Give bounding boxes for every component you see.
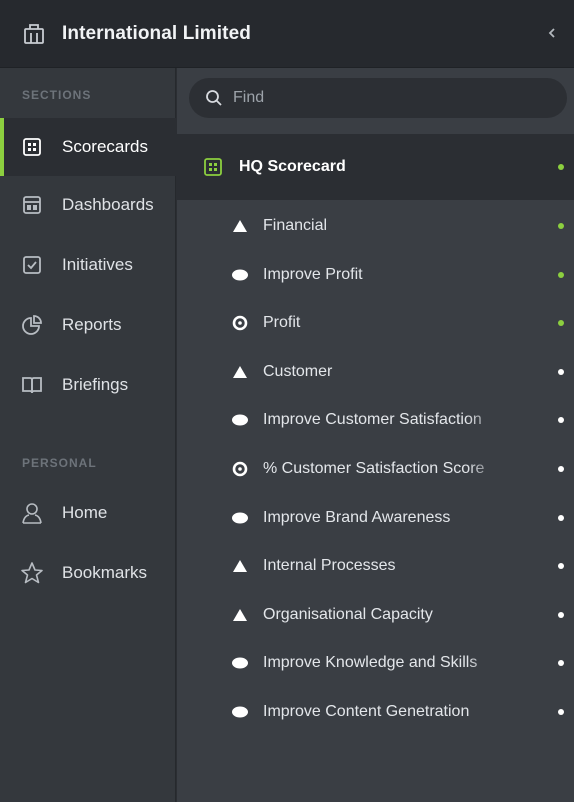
sidebar-item-reports[interactable]: Reports [0,296,176,354]
sidebar-item-label: Reports [62,315,122,334]
target-icon [231,460,249,478]
status-indicator [558,563,564,570]
personal-heading: PERSONAL [22,456,97,470]
tree-item-label: Internal Processes [263,557,396,575]
sidebar-item-label: Initiatives [62,255,133,274]
status-indicator [558,320,564,327]
sidebar-item-label: Home [62,503,108,522]
dashboard-icon [20,193,44,217]
triangle-icon [231,606,249,624]
tree-item[interactable]: Improve Content Genetration [177,688,574,736]
triangle-icon [231,217,249,235]
status-indicator [558,164,564,170]
scorecard-panel: HQ Scorecard Financial Improve Profit Prof… [177,68,574,802]
search-icon [205,88,225,108]
tree-item[interactable]: Improve Knowledge and Skills [177,639,574,687]
status-indicator [558,514,564,521]
status-indicator [558,611,564,618]
scorecard-row-hq[interactable]: HQ Scorecard [177,134,574,200]
tree-item-label: Financial [263,217,328,234]
ellipse-icon [231,703,249,721]
sidebar-item-label: Briefings [62,375,129,394]
tree-item[interactable]: Profit [177,299,574,347]
ellipse-icon [231,654,249,672]
sidebar: SECTIONS Scorecards Dashboards Initiativ… [0,68,176,802]
tree-item-label: Customer [263,362,333,380]
status-indicator [558,417,564,424]
scorecard-title: HQ Scorecard [239,158,346,175]
status-indicator [558,660,564,667]
sidebar-item-scorecards[interactable]: Scorecards [0,118,176,176]
target-icon [231,314,249,332]
app-header: International Limited [0,0,574,68]
tree-item[interactable]: Organisational Capacity [177,591,574,639]
pie-chart-icon [20,313,44,337]
tree-item-label: Improve Knowledge and Skills [263,654,478,672]
sections-heading: SECTIONS [22,88,92,102]
sidebar-item-dashboards[interactable]: Dashboards [0,176,176,234]
sidebar-item-briefings[interactable]: Briefings [0,356,176,414]
status-indicator [558,466,564,472]
tree-item-label: Improve Content Genetration [263,703,470,720]
triangle-icon [231,363,249,381]
tree-item[interactable]: Improve Profit [177,251,574,299]
tree-item[interactable]: Internal Processes [177,542,574,590]
tree-item[interactable]: Customer [177,348,574,396]
tree-item-label: Organisational Capacity [263,605,433,623]
ellipse-icon [231,411,249,429]
sidebar-item-label: Dashboards [62,195,154,214]
status-indicator [558,271,564,278]
sidebar-item-home[interactable]: Home [0,484,176,542]
tree-item-label: % Customer Satisfaction Score [263,460,485,477]
status-indicator [558,709,564,715]
user-icon [20,501,44,525]
scorecard-icon [20,135,44,159]
tree-item-label: Improve Customer Satisfaction [263,411,482,429]
tree-item-label: Improve Brand Awareness [263,508,451,526]
sidebar-item-label: Bookmarks [62,563,148,582]
organization-icon [22,22,46,46]
status-indicator [558,223,564,229]
sidebar-item-bookmarks[interactable]: Bookmarks [0,544,176,602]
chevron-left-icon[interactable] [544,26,560,42]
scorecard-icon [203,156,225,178]
star-icon [20,561,44,585]
book-icon [20,373,44,397]
tree-item[interactable]: % Customer Satisfaction Score [177,445,574,493]
search-input[interactable] [233,83,553,113]
tree-item[interactable]: Financial [177,202,574,250]
tree-item-label: Profit [263,314,301,332]
triangle-icon [231,557,249,575]
organization-title: International Limited [62,22,251,44]
tree-item[interactable]: Improve Customer Satisfaction [177,396,574,444]
ellipse-icon [231,509,249,527]
sidebar-item-label: Scorecards [62,137,148,156]
status-indicator [558,368,564,375]
sidebar-item-initiatives[interactable]: Initiatives [0,236,176,294]
ellipse-icon [231,266,249,284]
tree-item[interactable]: Improve Brand Awareness [177,494,574,542]
search-box[interactable] [189,78,567,118]
checkbox-icon [20,253,44,277]
tree-item-label: Improve Profit [263,265,363,283]
